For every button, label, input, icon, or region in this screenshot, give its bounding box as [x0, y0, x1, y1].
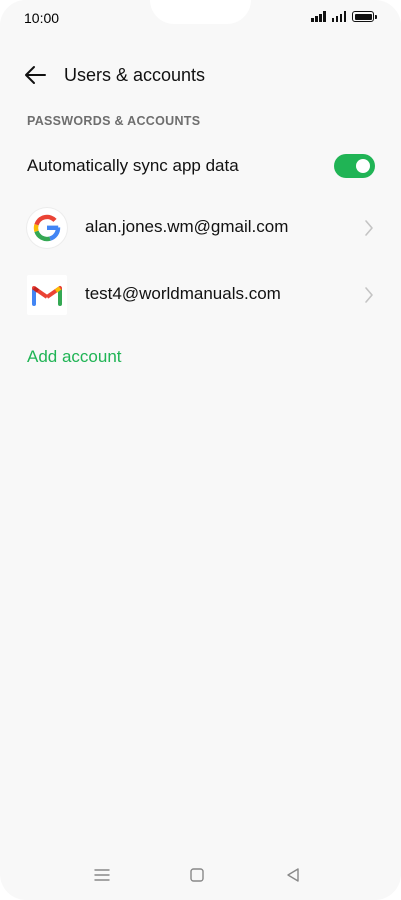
sync-row[interactable]: Automatically sync app data	[0, 145, 401, 187]
sync-label: Automatically sync app data	[27, 156, 239, 175]
section-header: PASSWORDS & ACCOUNTS	[27, 114, 201, 128]
status-time: 10:00	[24, 10, 60, 26]
gmail-icon	[27, 275, 67, 315]
sync-toggle[interactable]	[334, 154, 375, 178]
account-row-gmail[interactable]: test4@worldmanuals.com	[0, 265, 401, 325]
chevron-right-icon	[365, 220, 373, 236]
home-square-icon	[190, 868, 204, 882]
menu-icon	[94, 869, 110, 881]
account-email: alan.jones.wm@gmail.com	[85, 217, 289, 236]
back-triangle-icon	[287, 868, 299, 882]
battery-icon	[352, 11, 377, 22]
signal-icon	[311, 11, 326, 22]
notch	[150, 0, 251, 24]
navigation-bar	[0, 858, 401, 892]
phone-screen: 10:00 Users & accounts PASSWORDS & ACCOU…	[0, 0, 401, 900]
add-account-link[interactable]: Add account	[27, 347, 122, 367]
page-title: Users & accounts	[64, 65, 206, 85]
back-button[interactable]	[22, 63, 48, 87]
toggle-knob	[356, 159, 370, 173]
signal-icon	[331, 11, 346, 22]
chevron-right-icon	[365, 287, 373, 303]
status-icons	[311, 11, 377, 22]
arrow-left-icon	[25, 66, 46, 84]
status-bar: 10:00	[0, 0, 401, 34]
account-row-google[interactable]: alan.jones.wm@gmail.com	[0, 198, 401, 258]
header: Users & accounts	[0, 50, 401, 100]
menu-button[interactable]	[92, 865, 112, 885]
home-button[interactable]	[187, 865, 207, 885]
back-nav-button[interactable]	[283, 865, 303, 885]
account-email: test4@worldmanuals.com	[85, 284, 281, 303]
google-icon	[27, 208, 67, 248]
